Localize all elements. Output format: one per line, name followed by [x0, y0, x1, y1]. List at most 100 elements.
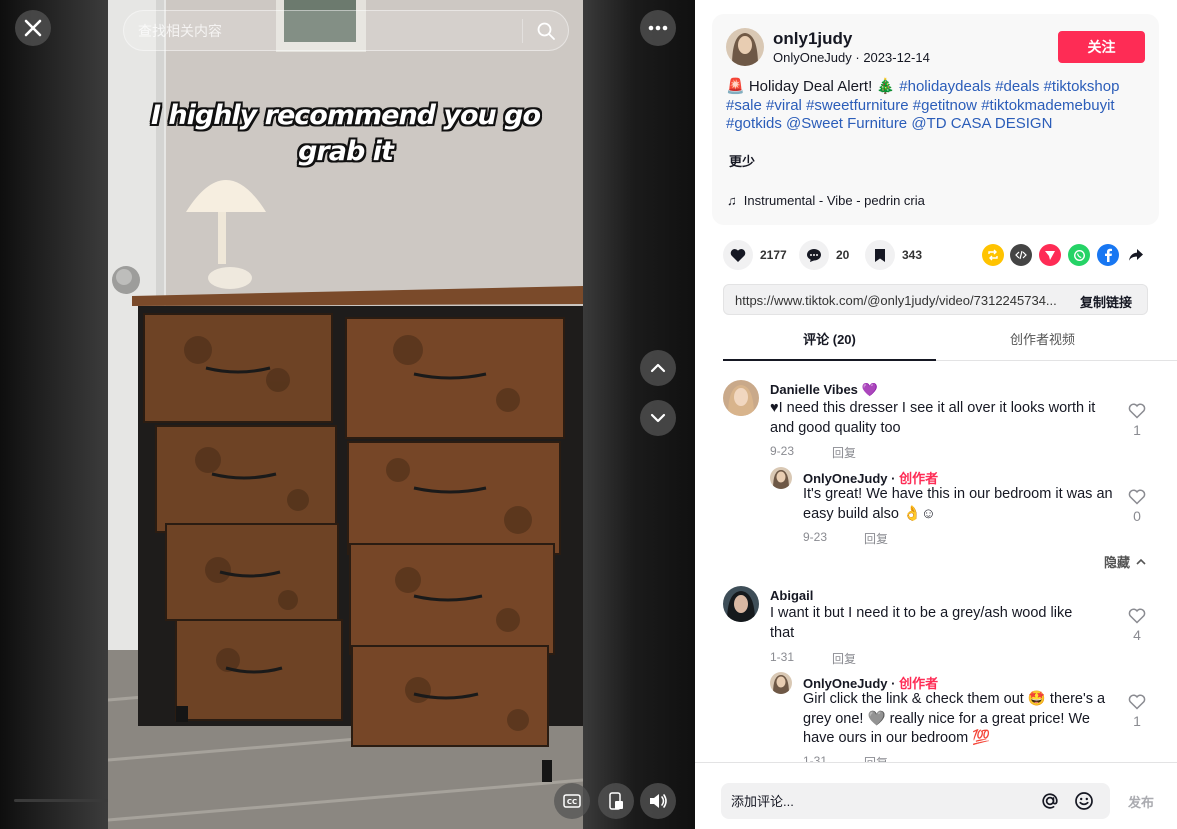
music-title: Instrumental - Vibe - pedrin cria — [743, 193, 925, 208]
heart-icon — [723, 240, 753, 270]
commenter-avatar[interactable] — [723, 380, 759, 416]
comment-like-count: 4 — [1133, 627, 1141, 643]
copy-link-button[interactable]: 复制链接 — [1080, 292, 1132, 311]
follow-button[interactable]: 关注 — [1058, 31, 1145, 63]
svg-text:CC: CC — [567, 798, 577, 806]
favorite-count: 343 — [902, 248, 923, 262]
comment-footer: 发布 — [695, 762, 1177, 829]
author-avatar[interactable] — [726, 28, 764, 66]
previous-video-button[interactable] — [640, 350, 676, 386]
hashtag-link[interactable]: #tiktokshop — [1044, 78, 1120, 95]
more-horizontal-icon — [648, 25, 668, 31]
video-description: 🚨 Holiday Deal Alert! 🎄 #holidaydeals #d… — [726, 78, 1146, 134]
floating-player-button[interactable] — [598, 783, 634, 819]
comment-list[interactable]: Danielle Vibes 💜 ♥I need this dresser I … — [695, 362, 1177, 762]
author-avatar-image — [726, 28, 764, 66]
reply-button[interactable]: 回复 — [832, 650, 856, 667]
hashtag-link[interactable]: #tiktokmademebuyit — [981, 97, 1114, 114]
video-blur-right — [583, 0, 695, 829]
mention-button[interactable] — [1038, 789, 1062, 813]
music-note-icon: ♫ — [727, 193, 737, 208]
closed-captions-icon: CC — [563, 794, 581, 808]
reply-text: Girl click the link & check them out 🤩 t… — [803, 691, 1106, 746]
search-divider — [522, 19, 523, 43]
heart-outline-icon — [1128, 608, 1146, 624]
comment-bubble-icon — [799, 240, 829, 270]
close-button[interactable] — [15, 10, 51, 46]
floating-player-icon — [609, 792, 623, 810]
video-blur-left — [0, 0, 108, 829]
reply-like-count: 1 — [1133, 713, 1141, 729]
like-button[interactable]: 2177 — [723, 240, 787, 270]
reply-button[interactable]: 回复 — [864, 530, 888, 547]
comment-input[interactable] — [731, 791, 1021, 811]
chevron-up-icon — [650, 363, 666, 373]
comment-text: I want it but I need it to be a grey/ash… — [770, 605, 1073, 641]
embed-icon[interactable] — [1010, 244, 1032, 266]
comment-date: 9-23 — [770, 444, 795, 458]
reply-button[interactable]: 回复 — [864, 754, 888, 762]
commenter-avatar[interactable] — [723, 586, 759, 622]
heart-outline-icon — [1128, 489, 1146, 505]
favorite-button[interactable]: 343 — [865, 240, 922, 270]
reply-like-button[interactable] — [1125, 489, 1149, 510]
reply-button[interactable]: 回复 — [832, 444, 856, 461]
mention-link[interactable]: @Sweet Furniture — [786, 115, 907, 132]
video-frame[interactable]: I highly recommend you go grab it — [108, 0, 583, 829]
like-count: 2177 — [760, 248, 787, 262]
video-info-card: only1judy OnlyOneJudy · 2023-12-14 关注 🚨 … — [712, 14, 1159, 225]
emoji-button[interactable] — [1072, 789, 1096, 813]
send-icon[interactable] — [1039, 244, 1061, 266]
music-link[interactable]: ♫ Instrumental - Vibe - pedrin cria — [727, 193, 925, 208]
hide-replies-label: 隐藏 — [1104, 555, 1131, 570]
mention-link[interactable]: @TD CASA DESIGN — [911, 115, 1052, 132]
reply-author-handle: OnlyOneJudy — [803, 471, 888, 486]
tab-bar: 评论 (20) 创作者视频 — [723, 325, 1177, 361]
search-button[interactable] — [530, 15, 562, 47]
comment-button[interactable]: 20 — [799, 240, 849, 270]
facebook-icon[interactable] — [1097, 244, 1119, 266]
video-link-url[interactable]: https://www.tiktok.com/@only1judy/video/… — [735, 293, 1065, 308]
creator-badge: 创作者 — [899, 676, 939, 691]
hashtag-link[interactable]: #sale — [726, 97, 762, 114]
commenter-name[interactable]: Abigail — [770, 588, 813, 603]
video-player[interactable]: I highly recommend you go grab it 查找相关内容… — [0, 0, 695, 829]
hashtag-link[interactable]: #gotkids — [726, 115, 782, 132]
heart-outline-icon — [1128, 694, 1146, 710]
search-bar[interactable] — [123, 10, 569, 51]
whatsapp-icon[interactable] — [1068, 244, 1090, 266]
at-mention-icon — [1042, 793, 1058, 809]
next-video-button[interactable] — [640, 400, 676, 436]
repost-icon[interactable] — [982, 244, 1004, 266]
share-arrow-icon[interactable] — [1125, 244, 1147, 266]
video-link-box: https://www.tiktok.com/@only1judy/video/… — [723, 284, 1148, 315]
creator-badge: 创作者 — [899, 471, 939, 486]
hashtag-link[interactable]: #getitnow — [913, 97, 977, 114]
more-options-button[interactable] — [640, 10, 676, 46]
hide-replies-button[interactable]: 隐藏 — [1104, 552, 1146, 571]
hashtag-link[interactable]: #sweetfurniture — [806, 97, 909, 114]
smiley-icon — [1075, 792, 1093, 810]
post-comment-button[interactable]: 发布 — [1128, 792, 1154, 811]
search-icon — [537, 22, 555, 40]
search-input[interactable] — [138, 20, 508, 42]
comment-count: 20 — [836, 248, 850, 262]
tab-comments[interactable]: 评论 (20) — [723, 325, 936, 361]
reply-like-button[interactable] — [1125, 694, 1149, 715]
author-handle[interactable]: only1judy — [773, 29, 852, 49]
video-progress-bar[interactable] — [14, 799, 108, 802]
comment-like-button[interactable] — [1125, 403, 1149, 424]
captions-button[interactable]: CC — [554, 783, 590, 819]
hashtag-link[interactable]: #viral — [766, 97, 802, 114]
commenter-name[interactable]: Danielle Vibes 💜 — [770, 382, 878, 398]
reply-date: 1-31 — [803, 754, 828, 762]
reply-author-avatar[interactable] — [770, 672, 792, 694]
comment-like-button[interactable] — [1125, 608, 1149, 629]
volume-button[interactable] — [640, 783, 676, 819]
reply-author-avatar[interactable] — [770, 467, 792, 489]
hashtag-link[interactable]: #holidaydeals — [899, 78, 991, 95]
tab-creator-videos[interactable]: 创作者视频 — [936, 325, 1149, 361]
hashtag-link[interactable]: #deals — [995, 78, 1039, 95]
show-less-link[interactable]: 更少 — [729, 151, 755, 170]
comment-box[interactable] — [721, 783, 1110, 819]
